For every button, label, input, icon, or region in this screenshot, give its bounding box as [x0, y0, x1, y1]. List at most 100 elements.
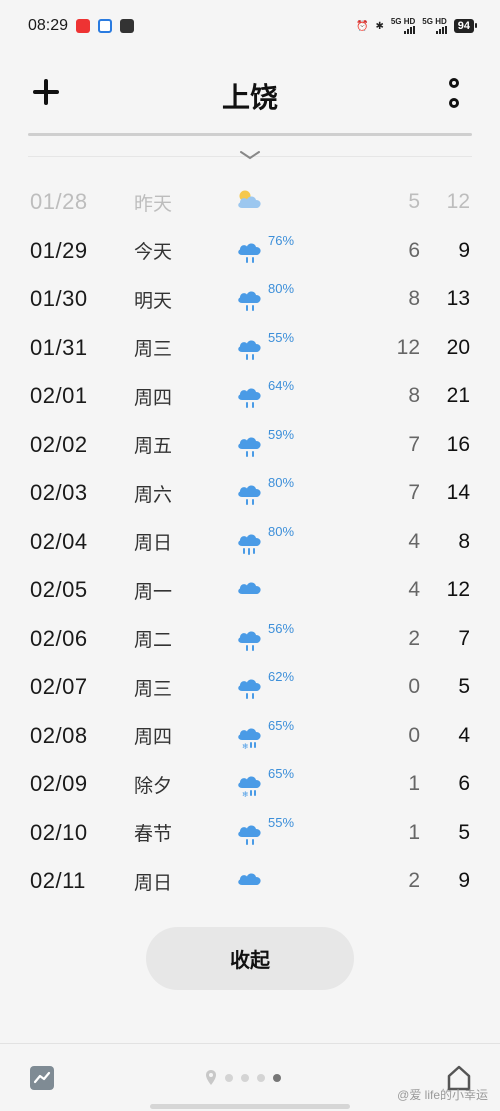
page-dot[interactable] [225, 1073, 233, 1082]
precipitation-probability: 65% [268, 717, 295, 733]
forecast-day: 周五 [134, 436, 173, 458]
svg-text:❄: ❄ [242, 790, 249, 798]
bluetooth-icon: ✱ [375, 20, 384, 32]
sleet-icon: ❄ [234, 720, 266, 751]
forecast-date: 02/02 [30, 431, 88, 457]
header-divider [28, 133, 472, 136]
notification-app-icon [98, 19, 113, 33]
low-temperature: 5 [408, 190, 420, 214]
precipitation-probability: 55% [268, 814, 295, 830]
low-temperature: 2 [408, 869, 420, 893]
forecast-day: 除夕 [134, 775, 173, 797]
high-temperature: 21 [446, 384, 470, 408]
forecast-date: 01/30 [30, 286, 88, 312]
rain-icon [234, 429, 266, 459]
high-temperature: 5 [458, 675, 470, 699]
forecast-row[interactable]: 01/28 昨天 5 12 [0, 178, 500, 227]
forecast-date: 02/10 [30, 819, 88, 845]
forecast-row[interactable]: 01/29 今天 76% 6 9 [0, 227, 500, 276]
collapse-button[interactable]: 收起 [146, 927, 354, 990]
forecast-date: 02/01 [30, 383, 88, 409]
low-temperature: 4 [408, 578, 420, 602]
forecast-list: 01/28 昨天 5 12 01/29 今天 76% 6 9 01/30 明天 … [0, 178, 500, 906]
forecast-row[interactable]: 02/05 周一 4 12 [0, 566, 500, 615]
low-temperature: 0 [408, 723, 420, 747]
forecast-date: 02/11 [30, 868, 86, 894]
forecast-day: 周日 [134, 533, 173, 555]
watermark: @爱 life的小幸运 [397, 1088, 488, 1102]
rain-icon [234, 623, 266, 653]
home-indicator[interactable] [150, 1104, 350, 1109]
forecast-day: 周三 [134, 339, 173, 361]
sleet-icon: ❄ [234, 768, 266, 799]
forecast-day: 春节 [134, 824, 173, 846]
status-time: 08:29 [28, 17, 69, 34]
high-temperature: 12 [446, 190, 470, 214]
forecast-row[interactable]: 02/09 除夕 ❄ 65% 1 6 [0, 760, 500, 809]
more-dot-icon [449, 78, 459, 88]
high-temperature: 4 [458, 723, 470, 747]
status-bar-right: ⏰ ✱ 5G HD 5G HD 94 [356, 17, 478, 34]
precipitation-probability: 80% [268, 281, 295, 296]
low-temperature: 7 [408, 481, 420, 505]
high-temperature: 14 [446, 481, 470, 505]
page-dot[interactable] [241, 1073, 249, 1082]
trend-icon [33, 1071, 51, 1084]
forecast-row[interactable]: 02/11 周日 2 9 [0, 857, 500, 906]
low-temperature: 4 [408, 529, 420, 553]
high-temperature: 16 [446, 432, 470, 456]
forecast-date: 02/03 [30, 480, 88, 506]
status-bar: 08:29 ⏰ ✱ 5G HD 5G HD 94 [0, 0, 500, 52]
forecast-row[interactable]: 02/04 周日 80% 4 8 [0, 518, 500, 567]
signal-bars-icon [404, 26, 416, 34]
forecast-row[interactable]: 02/08 周四 ❄ 65% 0 4 [0, 712, 500, 761]
forecast-date: 01/29 [30, 237, 88, 263]
low-temperature: 1 [408, 820, 420, 844]
low-temperature: 12 [396, 335, 420, 359]
cloudy-icon [234, 574, 266, 604]
high-temperature: 9 [458, 869, 470, 893]
trend-chart-button[interactable] [30, 1066, 54, 1090]
chevron-down-icon[interactable] [238, 148, 262, 162]
signal-bars-icon [435, 26, 447, 34]
forecast-row[interactable]: 02/02 周五 59% 7 16 [0, 421, 500, 470]
status-bar-left: 08:29 [28, 17, 135, 35]
partly-cloudy-icon [234, 186, 266, 216]
page-dot[interactable] [257, 1073, 265, 1082]
high-temperature: 9 [458, 238, 470, 262]
forecast-row[interactable]: 02/03 周六 80% 7 14 [0, 469, 500, 518]
precipitation-probability: 56% [268, 620, 295, 636]
city-title: 上饶 [221, 82, 278, 113]
signal-label: 5G HD [390, 17, 416, 26]
forecast-row[interactable]: 01/30 明天 80% 8 13 [0, 275, 500, 324]
forecast-day: 周日 [134, 872, 173, 894]
rain-icon [234, 332, 266, 362]
forecast-row[interactable]: 02/06 周二 56% 2 7 [0, 615, 500, 664]
high-temperature: 7 [458, 626, 470, 650]
high-temperature: 8 [458, 529, 470, 553]
low-temperature: 8 [408, 287, 420, 311]
forecast-day: 周一 [134, 581, 173, 603]
forecast-date: 02/09 [30, 771, 88, 797]
low-temperature: 1 [408, 772, 420, 796]
page-dot[interactable] [273, 1073, 281, 1082]
forecast-day: 周四 [134, 387, 173, 409]
forecast-date: 01/28 [30, 189, 88, 215]
more-dot-icon [449, 98, 459, 108]
forecast-row[interactable]: 02/10 春节 55% 1 5 [0, 809, 500, 858]
rain-icon [234, 380, 266, 410]
forecast-row[interactable]: 02/07 周三 62% 0 5 [0, 663, 500, 712]
precipitation-probability: 55% [268, 329, 295, 345]
precipitation-probability: 64% [268, 378, 295, 393]
high-temperature: 13 [446, 287, 470, 311]
more-options-button[interactable] [444, 78, 464, 108]
forecast-row[interactable]: 02/01 周四 64% 8 21 [0, 372, 500, 421]
precipitation-probability: 62% [268, 669, 295, 684]
precipitation-probability: 65% [268, 766, 295, 781]
precipitation-probability: 80% [268, 523, 295, 539]
forecast-date: 02/05 [30, 577, 88, 603]
high-temperature: 20 [446, 335, 470, 359]
forecast-day: 昨天 [134, 193, 173, 215]
forecast-row[interactable]: 01/31 周三 55% 12 20 [0, 324, 500, 373]
signal-2: 5G HD [422, 18, 447, 34]
